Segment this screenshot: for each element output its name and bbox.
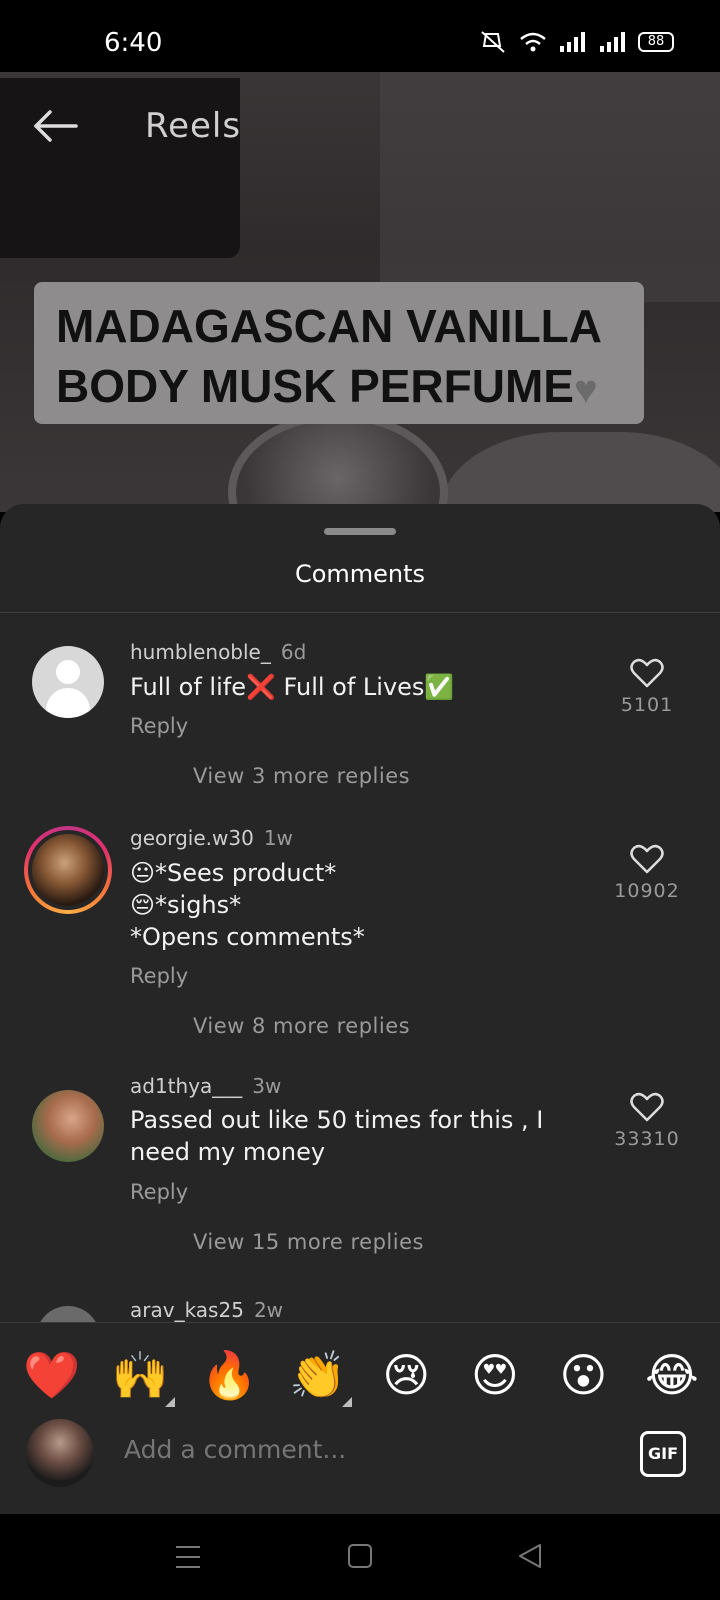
comment-time: 6d (280, 640, 307, 664)
caption-line-1: MADAGASCAN VANILLA (56, 300, 603, 352)
wifi-icon (520, 32, 546, 52)
comment-user-line: humblenoble_ 6d (130, 640, 306, 664)
page-title: Reels (145, 106, 242, 146)
like-count: 10902 (614, 880, 680, 902)
view-more-replies[interactable]: View 15 more replies (193, 1230, 424, 1254)
reaction-fire[interactable]: 🔥 (199, 1345, 259, 1405)
comment-username[interactable]: georgie.w30 (130, 826, 254, 850)
reaction-heart-eyes[interactable]: 😍 (465, 1345, 525, 1405)
comment-username[interactable]: arav_kas25 (130, 1298, 244, 1322)
back-arrow-icon[interactable] (32, 108, 78, 144)
avatar[interactable] (32, 646, 104, 718)
comment-time: 2w (253, 1298, 284, 1322)
recent-apps-icon[interactable] (176, 1546, 200, 1568)
like-count: 5101 (620, 694, 674, 716)
back-triangle-icon[interactable] (516, 1542, 544, 1570)
comment-user-line: arav_kas25 2w (130, 1298, 283, 1322)
comment-time: 1w (263, 826, 293, 850)
comment-text: Passed out like 50 times for this , I ne… (130, 1106, 544, 1166)
comment-time: 3w (252, 1074, 282, 1098)
comment-user-line: georgie.w30 1w (130, 826, 293, 850)
drag-handle[interactable] (324, 528, 396, 535)
skin-tone-indicator (341, 1397, 352, 1407)
caption-line-2-text: BODY MUSK PERFUME (56, 360, 574, 412)
reaction-clap[interactable]: 👏 (288, 1345, 352, 1407)
status-time: 6:40 (104, 28, 163, 58)
grey-heart-icon: ♥ (573, 367, 598, 412)
reply-button[interactable]: Reply (130, 1180, 188, 1204)
status-bar: 6:40 88 (0, 0, 720, 72)
like-button[interactable]: 33310 (612, 1092, 682, 1150)
reaction-clap-glyph: 👏 (289, 1348, 347, 1402)
mute-icon (481, 31, 505, 53)
video-object (440, 432, 720, 512)
heart-outline-icon[interactable] (630, 658, 664, 688)
perfume-bottle (228, 412, 448, 512)
system-nav-bar (0, 1514, 720, 1600)
home-icon[interactable] (348, 1544, 372, 1568)
divider (0, 612, 720, 613)
signal-icon-2 (600, 32, 625, 52)
avatar[interactable] (32, 1090, 104, 1162)
reaction-crying[interactable]: 😢 (376, 1345, 436, 1405)
heart-outline-icon[interactable] (630, 844, 664, 874)
like-button[interactable]: 10902 (612, 844, 682, 902)
reply-button[interactable]: Reply (130, 964, 188, 988)
like-button[interactable]: 5101 (612, 658, 682, 716)
view-more-replies[interactable]: View 8 more replies (193, 1014, 410, 1038)
avatar[interactable] (24, 826, 112, 914)
comment-username[interactable]: humblenoble_ (130, 640, 271, 664)
comment-composer: ❤️ 🙌 🔥 👏 😢 😍 😮 😂 GIF (0, 1322, 720, 1514)
video-caption: MADAGASCAN VANILLA BODY MUSK PERFUME♥ (34, 282, 644, 424)
comment-user-line: ad1thya___ 3w (130, 1074, 281, 1098)
skin-tone-indicator (164, 1397, 175, 1407)
reaction-laughing[interactable]: 😂 (642, 1345, 702, 1405)
video-shadow (0, 78, 240, 258)
reply-button[interactable]: Reply (130, 714, 188, 738)
sheet-title: Comments (294, 560, 426, 588)
comment-text: 😐*Sees product* 😔*sighs* *Opens comments… (130, 859, 365, 951)
like-count: 33310 (614, 1128, 680, 1150)
reel-video[interactable]: Reels MADAGASCAN VANILLA BODY MUSK PERFU… (0, 72, 720, 512)
video-highlight (380, 72, 720, 302)
heart-outline-icon[interactable] (630, 1092, 664, 1122)
comment-text: Full of life❌ Full of Lives✅ (130, 673, 455, 701)
reaction-heart[interactable]: ❤️ (22, 1345, 82, 1405)
quick-reactions: ❤️ 🙌 🔥 👏 😢 😍 😮 😂 (22, 1345, 702, 1407)
view-more-replies[interactable]: View 3 more replies (193, 764, 410, 788)
battery-indicator: 88 (638, 32, 674, 52)
comment-username[interactable]: ad1thya___ (130, 1074, 242, 1098)
my-avatar (26, 1419, 94, 1487)
comment-input[interactable] (124, 1435, 584, 1464)
caption-line-2: BODY MUSK PERFUME♥ (56, 356, 644, 420)
reaction-surprised[interactable]: 😮 (553, 1345, 613, 1405)
reaction-raised-hands-glyph: 🙌 (111, 1348, 170, 1402)
signal-icon (560, 32, 585, 52)
status-icons: 88 (478, 30, 674, 54)
gif-button[interactable]: GIF (640, 1431, 686, 1477)
reaction-raised-hands[interactable]: 🙌 (111, 1345, 175, 1407)
